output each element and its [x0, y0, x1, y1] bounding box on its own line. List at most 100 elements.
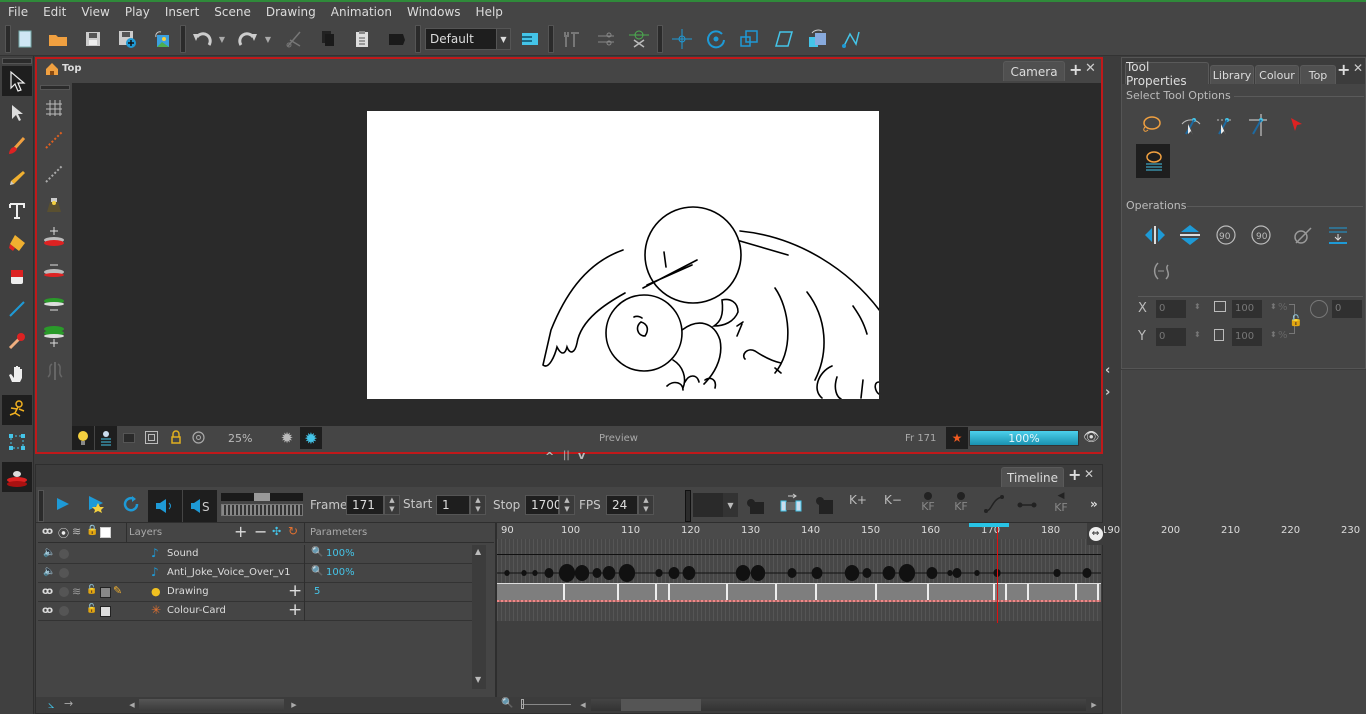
lock-all-icon[interactable]: 🔒	[86, 525, 98, 536]
preview-render-icon[interactable]: ✹	[300, 427, 322, 449]
line-tool-icon[interactable]	[2, 294, 32, 324]
jog-wheel[interactable]	[221, 504, 303, 516]
menu-animation[interactable]: Animation	[323, 5, 399, 19]
close-view-icon[interactable]: ✕	[1085, 61, 1096, 76]
x-position-field[interactable]: 0	[1156, 300, 1186, 318]
layer-row-voice-over[interactable]: 🔈 ♪ Anti_Joke_Voice_Over_v1 🔍 100%	[38, 564, 472, 583]
lasso-icon[interactable]	[1140, 114, 1162, 139]
frame-field[interactable]: 171	[346, 495, 384, 515]
collapse-down-icon[interactable]: v	[578, 449, 585, 462]
close-view-icon[interactable]: ✕	[1353, 61, 1363, 75]
mirror-icon[interactable]	[45, 361, 65, 384]
set-stop-motion-keyframe-button[interactable]: KF	[918, 492, 938, 513]
paint-bucket-tool-icon[interactable]	[2, 261, 32, 291]
set-motion-keyframe-button[interactable]: KF	[951, 492, 971, 513]
previous-keyframe-button[interactable]: ◀ KF	[1051, 492, 1071, 515]
save-as-icon[interactable]	[116, 28, 138, 50]
close-view-icon[interactable]: ✕	[1084, 467, 1094, 481]
menu-scene[interactable]: Scene	[206, 5, 258, 19]
toolbar-grip[interactable]	[657, 25, 663, 53]
spline-offset-icon[interactable]	[840, 28, 862, 50]
drawing-canvas[interactable]	[367, 111, 881, 400]
solo-toggle[interactable]	[59, 606, 69, 616]
add-view-icon[interactable]: +	[1068, 465, 1081, 484]
layer-row-colour-card[interactable]: ꝏ 🔓 ✳ Colour-Card +	[38, 600, 472, 621]
toolbar-grip[interactable]	[2, 58, 32, 64]
layer-row-sound[interactable]: 🔈 ♪ Sound 🔍 100%	[38, 545, 472, 564]
menu-view[interactable]: View	[73, 5, 116, 19]
track-sound[interactable]	[497, 545, 1101, 564]
scroll-right-icon[interactable]: ▶	[288, 699, 300, 711]
scroll-left-icon[interactable]: ◀	[577, 699, 589, 711]
paste-icon[interactable]	[351, 28, 373, 50]
animate-tool-icon[interactable]	[2, 395, 32, 425]
rotate-90-ccw-icon[interactable]: 90	[1249, 224, 1273, 249]
add-child-button[interactable]: +	[288, 600, 302, 620]
pencil-tool-icon[interactable]	[2, 163, 32, 193]
scroll-up-icon[interactable]: ▲	[475, 547, 481, 556]
lock-icon[interactable]	[170, 430, 182, 447]
disable-all-icon[interactable]	[628, 28, 650, 50]
skew-icon[interactable]	[773, 28, 795, 50]
mask-icon[interactable]	[123, 433, 135, 443]
layers-icon[interactable]: ≋	[72, 525, 81, 538]
text-tool-icon[interactable]	[2, 196, 32, 226]
delete-icon[interactable]	[385, 28, 407, 50]
scroll-right-icon[interactable]: ▶	[1088, 699, 1100, 711]
mute-icon[interactable]: 🔈	[43, 547, 55, 558]
scroll-left-icon[interactable]: ◀	[126, 699, 138, 711]
add-keyframe-button[interactable]: K+	[849, 493, 867, 507]
toggle-param-icon[interactable]: ⦣	[48, 698, 54, 712]
layer-scrollbar[interactable]: ▲ ▼	[472, 545, 486, 689]
camera-viewport[interactable]	[72, 83, 1101, 426]
chevron-left-icon[interactable]: ‹	[1105, 363, 1110, 378]
light-table-toggle-icon[interactable]	[72, 426, 94, 450]
select-snap-point-icon[interactable]	[1213, 114, 1235, 139]
layer-colour-swatch[interactable]	[100, 606, 111, 617]
solo-toggle[interactable]	[59, 568, 69, 578]
menu-help[interactable]: Help	[468, 5, 510, 19]
auto-light-table-icon[interactable]	[95, 426, 117, 450]
playback-speed-slider[interactable]	[221, 493, 303, 501]
layer-colour-swatch[interactable]	[100, 587, 111, 598]
timeline-horizontal-scrollbar[interactable]	[591, 699, 1086, 711]
menu-play[interactable]: Play	[117, 5, 157, 19]
height-spin-icon[interactable]: ⬍	[1270, 330, 1277, 339]
menu-edit[interactable]: Edit	[35, 5, 73, 19]
start-spinner[interactable]: ▲ ▼	[470, 495, 486, 515]
toolbar-grip[interactable]	[548, 25, 554, 53]
collapse-up-icon[interactable]: ^	[545, 450, 554, 463]
lasso-select-mode-icon[interactable]	[1136, 144, 1170, 178]
workspace-manager-icon[interactable]	[519, 28, 541, 50]
show-all-icon[interactable]: ꝏ	[42, 526, 53, 537]
play-preview-icon[interactable]	[88, 495, 106, 516]
remove-layer-button[interactable]: −	[254, 522, 267, 541]
start-field[interactable]: 1	[436, 495, 470, 515]
tab-library[interactable]: Library	[1210, 65, 1254, 84]
timeline-tracks[interactable]: 90 100 110 120 130 140 150 160 170 180 190 200 210 22…	[495, 523, 1360, 697]
ease-icon[interactable]	[984, 495, 1004, 516]
scroll-down-icon[interactable]: ▼	[475, 675, 481, 684]
layer-colour-select[interactable]	[693, 493, 723, 517]
view-splitter[interactable]: ^ || v	[35, 449, 1103, 464]
track-voice-over[interactable]	[497, 564, 1101, 583]
playhead-marker[interactable]	[969, 523, 1009, 527]
duplicate-drawing-icon[interactable]	[814, 495, 834, 518]
toolbar-grip[interactable]	[5, 25, 11, 53]
zoom-fit-icon[interactable]: ⇔	[1087, 523, 1104, 545]
menu-insert[interactable]: Insert	[157, 5, 206, 19]
select-by-colour-icon[interactable]	[1288, 116, 1304, 137]
undo-dropdown-icon[interactable]: ▼	[215, 28, 229, 50]
add-layer-below-icon[interactable]	[43, 323, 65, 352]
add-layer-button[interactable]: +	[234, 522, 247, 541]
save-icon[interactable]	[82, 28, 104, 50]
zoom-icon[interactable]: 🔍	[501, 698, 513, 709]
zoom-level[interactable]: 25%	[228, 432, 252, 445]
layer-parameter-value[interactable]: 100%	[326, 567, 355, 578]
select-snap-grid-icon[interactable]	[1247, 114, 1269, 139]
undo-icon[interactable]	[191, 28, 213, 50]
toolbar-grip[interactable]	[38, 490, 44, 522]
hold-icon[interactable]	[1017, 499, 1037, 512]
colour-swatch-icon[interactable]	[100, 527, 111, 538]
add-child-button[interactable]: +	[288, 581, 302, 601]
